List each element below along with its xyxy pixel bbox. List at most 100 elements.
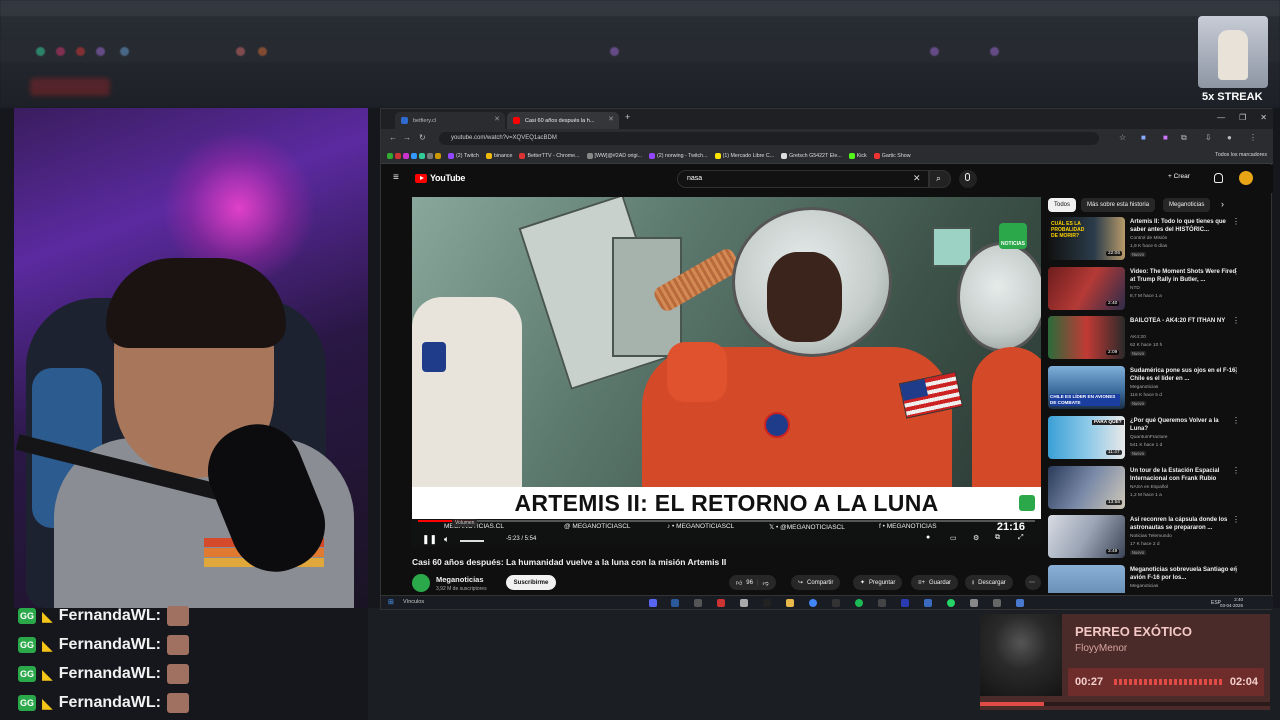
menu-icon[interactable]: ⋮ bbox=[1249, 133, 1257, 142]
hamburger-menu-icon[interactable]: ≡ bbox=[393, 172, 399, 183]
rec-title[interactable]: Un tour de la Estación Espacial Internac… bbox=[1130, 467, 1238, 483]
extension-icon[interactable]: ■ bbox=[1163, 133, 1168, 142]
url-field[interactable]: youtube.com/watch?v=XQVEQ1acBDM bbox=[439, 132, 1099, 145]
rec-item[interactable]: PARA QUÉ? 11:47 ¿Por qué Queremos Volver… bbox=[1048, 416, 1248, 462]
pause-icon[interactable]: ❚❚ bbox=[422, 534, 437, 545]
volume-icon[interactable]: 🔈︎ bbox=[444, 534, 449, 545]
notifications-bell-icon[interactable] bbox=[1214, 173, 1223, 183]
rec-item[interactable]: 3:49 Así reconren la cápsula donde los a… bbox=[1048, 515, 1248, 561]
video-player[interactable]: NOTICIAS ARTEMIS II: EL RETORNO A LA LUN… bbox=[412, 197, 1041, 547]
tab-youtube[interactable]: Casi 60 años después la h... ✕ bbox=[507, 112, 619, 129]
rec-item[interactable]: Meganoticias sobrevuela Santiago en avió… bbox=[1048, 565, 1248, 593]
chrome-icon[interactable] bbox=[809, 599, 817, 607]
rec-thumbnail[interactable] bbox=[1048, 565, 1125, 593]
avatar[interactable] bbox=[1239, 171, 1253, 185]
spotify-icon[interactable] bbox=[855, 599, 863, 607]
extension-icon[interactable]: ■ bbox=[1141, 133, 1146, 142]
rec-title[interactable]: Artemis II: Todo lo que tienes que saber… bbox=[1130, 218, 1238, 234]
volume-slider[interactable] bbox=[460, 540, 484, 542]
create-button[interactable]: + Crear bbox=[1168, 173, 1190, 180]
more-vertical-icon[interactable]: ⋮ bbox=[1232, 515, 1240, 524]
app-icon[interactable] bbox=[1016, 599, 1024, 607]
bookmark-betterttv[interactable]: BetterTTV - Chrome... bbox=[519, 152, 580, 159]
rec-title[interactable]: ¿Por qué Queremos Volver a la Luna? bbox=[1130, 417, 1238, 433]
chip-meganoticias[interactable]: Meganoticias bbox=[1163, 198, 1211, 212]
clock-tray[interactable]: 2:40 03-04-2026 bbox=[1220, 597, 1243, 608]
more-vertical-icon[interactable]: ⋮ bbox=[1232, 316, 1240, 325]
minimize-icon[interactable]: — bbox=[1217, 113, 1225, 122]
search-button[interactable]: ⌕ bbox=[929, 170, 951, 188]
more-vertical-icon[interactable]: ⋮ bbox=[1232, 466, 1240, 475]
more-vertical-icon[interactable]: ⋮ bbox=[1232, 366, 1240, 375]
app-icon[interactable] bbox=[901, 599, 909, 607]
rec-title[interactable]: Video: The Moment Shots Were Fired at Tr… bbox=[1130, 268, 1238, 284]
back-icon[interactable]: ← bbox=[389, 133, 397, 142]
rec-item[interactable]: 2:40 Video: The Moment Shots Were Fired … bbox=[1048, 267, 1248, 313]
channel-avatar[interactable] bbox=[412, 574, 430, 592]
save-button[interactable]: ≡+ Guardar bbox=[911, 575, 959, 590]
youtube-logo[interactable]: YouTube bbox=[415, 173, 465, 183]
rec-thumbnail[interactable]: CHILE ES LÍDER EN AVIONES DE COMBATE bbox=[1048, 366, 1125, 409]
app-icon[interactable] bbox=[694, 599, 702, 607]
app-icon[interactable] bbox=[970, 599, 978, 607]
bookmark-icons[interactable] bbox=[387, 152, 441, 159]
progress-bar[interactable] bbox=[418, 520, 1035, 522]
rec-item[interactable]: 13:56 Un tour de la Estación Espacial In… bbox=[1048, 466, 1248, 512]
rec-channel[interactable]: Meganoticias bbox=[1130, 385, 1158, 390]
rec-item[interactable]: CHILE ES LÍDER EN AVIONES DE COMBATE Sud… bbox=[1048, 366, 1248, 412]
taskbar-search[interactable]: Vínculos bbox=[403, 599, 424, 605]
rec-channel[interactable]: AK4:20 bbox=[1130, 335, 1146, 340]
channel-name[interactable]: Meganoticias bbox=[436, 575, 484, 584]
steam-icon[interactable] bbox=[671, 599, 679, 607]
rec-item[interactable]: 2:09 BAILOTEA - AK4:20 FT ITHAN NY AK4:2… bbox=[1048, 316, 1248, 362]
share-button[interactable]: ↪ Compartir bbox=[791, 575, 841, 590]
close-icon[interactable]: ✕ bbox=[608, 115, 614, 123]
extensions-puzzle-icon[interactable]: ⧉ bbox=[1181, 133, 1187, 143]
rec-channel[interactable]: Noticias Telemundo bbox=[1130, 534, 1172, 539]
bookmark-kick[interactable]: Kick bbox=[848, 152, 867, 159]
new-tab-button[interactable]: + bbox=[625, 112, 630, 122]
close-icon[interactable]: ✕ bbox=[494, 115, 500, 123]
chevron-right-icon[interactable]: › bbox=[1221, 199, 1224, 209]
chip-todos[interactable]: Todos bbox=[1048, 198, 1077, 212]
reload-icon[interactable]: ↻ bbox=[419, 133, 426, 142]
tiktok-icon[interactable] bbox=[763, 599, 771, 607]
download-button[interactable]: ⭳ Descargar bbox=[965, 575, 1013, 590]
search-input[interactable]: nasa bbox=[677, 170, 929, 188]
thumbs-down-icon[interactable]: 👎︎ bbox=[763, 579, 769, 587]
discord-icon[interactable] bbox=[649, 599, 657, 607]
more-vertical-icon[interactable]: ⋮ bbox=[1232, 416, 1240, 425]
subtitles-icon[interactable]: ▭ bbox=[950, 534, 957, 542]
rec-item[interactable]: CUÁL ES LA PROBALIDAD DE MORIR? 22:06 Ar… bbox=[1048, 217, 1248, 263]
bookmark-origin[interactable]: [WW]@#2AD origi... bbox=[586, 152, 642, 159]
chip-more-story[interactable]: Más sobre esta historia bbox=[1081, 198, 1156, 212]
bookmark-twitch[interactable]: (2) Twitch bbox=[448, 152, 479, 159]
bookmark-mercadolibre[interactable]: (1) Mercado Libre C... bbox=[714, 152, 774, 159]
app-icon[interactable] bbox=[993, 599, 1001, 607]
all-bookmarks[interactable]: Todos los marcadores bbox=[1215, 152, 1267, 158]
forward-icon[interactable]: → bbox=[403, 133, 411, 142]
miniplayer-icon[interactable]: ⧉ bbox=[995, 534, 1000, 542]
bookmark-norwing[interactable]: (2) norwing - Twitch... bbox=[649, 152, 708, 159]
app-icon[interactable] bbox=[740, 599, 748, 607]
rec-title[interactable]: Sudamérica pone sus ojos en el F-16: Chi… bbox=[1130, 367, 1238, 383]
rec-channel[interactable]: NASA en Español bbox=[1130, 485, 1168, 490]
downloads-icon[interactable]: ⇩ bbox=[1205, 133, 1212, 142]
bookmark-gartic[interactable]: Gartic Show bbox=[873, 152, 911, 159]
close-window-icon[interactable]: ✕ bbox=[1260, 113, 1267, 122]
bookmark-gretsch[interactable]: Gretsch G5422T Ele... bbox=[781, 152, 842, 159]
autoplay-toggle-icon[interactable]: ● bbox=[926, 534, 930, 541]
voice-search-button[interactable] bbox=[959, 170, 977, 188]
maximize-icon[interactable]: ❐ bbox=[1239, 113, 1246, 122]
rec-channel[interactable]: Control de Misión bbox=[1130, 236, 1167, 241]
rec-channel[interactable]: QuantumFracture bbox=[1130, 435, 1168, 440]
rec-title[interactable]: BAILOTEA - AK4:20 FT ITHAN NY bbox=[1130, 317, 1238, 325]
bookmark-binance[interactable]: binance bbox=[485, 152, 512, 159]
tab-betfiery[interactable]: betfiery.cl ✕ bbox=[395, 112, 505, 129]
profile-icon[interactable]: ● bbox=[1227, 133, 1232, 142]
app-icon[interactable] bbox=[832, 599, 840, 607]
rec-channel[interactable]: Meganoticias bbox=[1130, 584, 1158, 589]
more-vertical-icon[interactable]: ⋮ bbox=[1232, 217, 1240, 226]
more-actions-button[interactable]: ⋯ bbox=[1025, 575, 1041, 590]
fullscreen-icon[interactable]: ⤢ bbox=[1018, 534, 1024, 542]
